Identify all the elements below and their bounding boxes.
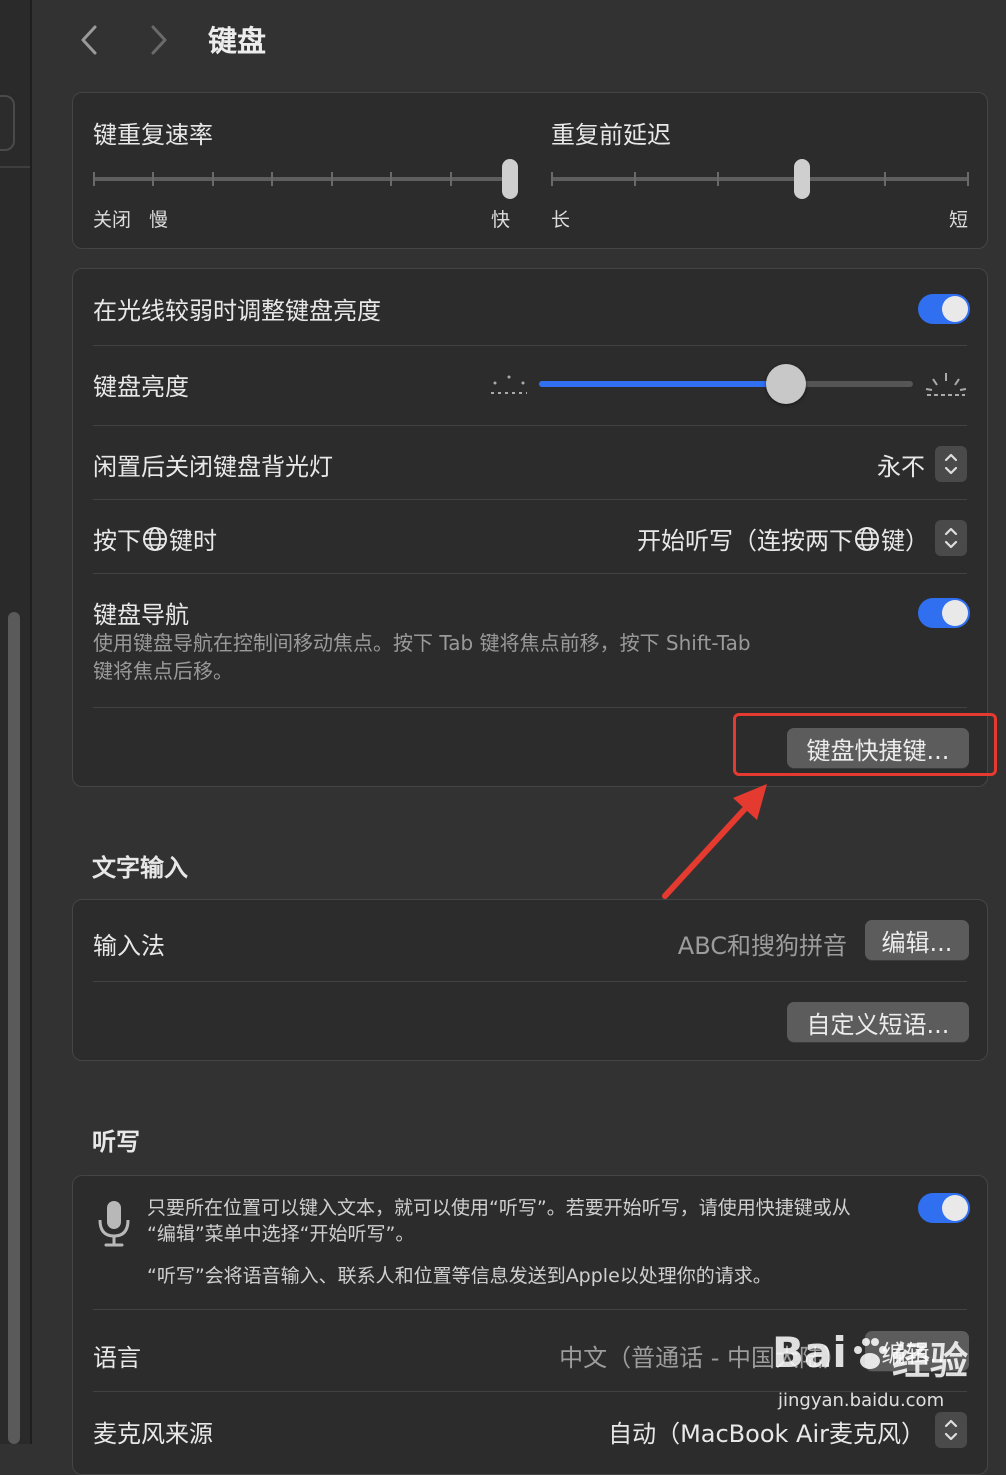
slider-tick (390, 172, 393, 186)
up-down-chevron-icon (944, 527, 958, 549)
keyboard-navigation-toggle[interactable] (918, 598, 970, 628)
slider-tick (967, 172, 969, 186)
input-source-value: ABC和搜狗拼音 (677, 932, 847, 960)
dictation-section-title: 听写 (92, 1128, 140, 1156)
page-title: 键盘 (208, 24, 267, 58)
slider-tick (152, 172, 155, 186)
input-source-edit-button[interactable]: 编辑... (865, 920, 969, 960)
idle-backlight-stepper[interactable] (935, 446, 967, 482)
toolbar: 键盘 (32, 0, 1006, 80)
keyboard-navigation-desc-1: 使用键盘导航在控制间移动焦点。按下 Tab 键将焦点前移，按下 Shift-Ta… (93, 631, 751, 655)
globe-key-value[interactable]: 开始听写（连按两下 键） (637, 521, 929, 556)
slider-tick (449, 172, 452, 186)
globe-value-post: 键） (881, 527, 929, 555)
up-down-chevron-icon (944, 453, 958, 475)
slider-thumb[interactable] (793, 159, 810, 199)
sidebar-search-field[interactable] (0, 95, 15, 151)
rate-slow-label: 慢 (149, 209, 169, 231)
dictation-privacy-text: “听写”会将语音输入、联系人和位置等信息发送到Apple以处理你的请求。 (147, 1265, 772, 1287)
key-repeat-rate-label: 键重复速率 (93, 121, 213, 149)
keyboard-settings-card: 在光线较弱时调整键盘亮度 键盘亮度 闲置后关闭键盘背光灯 永不 按下 键时 开始… (72, 268, 988, 787)
rate-off-label: 关闭 (93, 209, 132, 231)
divider (93, 981, 967, 982)
repeat-delay-slider[interactable] (551, 157, 969, 201)
rate-fast-label: 快 (491, 209, 511, 231)
adjust-brightness-label: 在光线较弱时调整键盘亮度 (93, 297, 381, 325)
watermark-brand-2: 经验 (892, 1339, 969, 1383)
watermark-url: jingyan.baidu.com (778, 1390, 945, 1411)
divider (93, 573, 967, 574)
brightness-slider-thumb[interactable] (765, 364, 806, 404)
watermark-brand: Bai (772, 1328, 847, 1377)
globe-value-pre: 开始听写（连按两下 (637, 527, 853, 555)
sidebar-scrollbar[interactable] (8, 612, 20, 1444)
globe-label-post: 键时 (169, 527, 217, 555)
back-button[interactable] (74, 22, 104, 58)
globe-label-pre: 按下 (93, 527, 141, 555)
idle-backlight-value[interactable]: 永不 (877, 447, 925, 482)
slider-tick (883, 172, 886, 186)
brightness-slider-fill (539, 381, 786, 387)
divider (93, 345, 967, 346)
slider-tick (211, 172, 214, 186)
text-input-card: 输入法 ABC和搜狗拼音 编辑... 自定义短语... (72, 899, 988, 1061)
slider-thumb[interactable] (502, 159, 518, 199)
divider (93, 1309, 967, 1310)
slider-tick (634, 172, 637, 186)
brightness-slider[interactable] (539, 364, 913, 404)
globe-icon (855, 526, 879, 551)
idle-backlight-label: 闲置后关闭键盘背光灯 (93, 453, 333, 481)
sidebar-divider (0, 166, 30, 168)
chevron-right-icon (151, 25, 167, 55)
baidu-watermark: Bai 经验 jingyan.baidu.com (772, 1328, 992, 1438)
paw-icon (854, 1338, 887, 1369)
text-input-section-title: 文字输入 (92, 854, 188, 882)
input-source-label: 输入法 (93, 932, 165, 960)
keyboard-navigation-desc-2: 键将焦点后移。 (93, 659, 233, 683)
delay-long-label: 长 (551, 209, 571, 231)
brightness-low-icon (491, 375, 527, 394)
chevron-left-icon (81, 25, 97, 55)
forward-button[interactable] (144, 22, 174, 58)
slider-tick (271, 172, 274, 186)
custom-phrases-button[interactable]: 自定义短语... (787, 1002, 969, 1042)
dictation-toggle[interactable] (918, 1193, 970, 1223)
sidebar (0, 0, 32, 1444)
repeat-delay-label: 重复前延迟 (551, 121, 671, 149)
annotation-arrow-icon (662, 784, 767, 899)
divider (93, 499, 967, 500)
key-repeat-rate-slider[interactable] (93, 157, 518, 201)
adjust-brightness-toggle[interactable] (918, 294, 970, 324)
microphone-icon (98, 1201, 130, 1247)
globe-key-label: 按下 键时 (93, 521, 217, 556)
divider (93, 707, 967, 708)
dictation-language-label: 语言 (93, 1344, 141, 1372)
globe-key-stepper[interactable] (935, 520, 967, 556)
keyboard-navigation-label: 键盘导航 (93, 601, 189, 629)
dictation-desc-2: “编辑”菜单中选择“开始听写”。 (147, 1223, 415, 1245)
annotation-highlight-box (733, 713, 997, 776)
slider-tick (330, 172, 333, 186)
dictation-desc-1: 只要所在位置可以键入文本，就可以使用“听写”。若要开始听写，请使用快捷键或从 (147, 1197, 851, 1219)
globe-icon (143, 526, 167, 551)
slider-tick (551, 172, 553, 186)
divider (93, 425, 967, 426)
slider-tick (93, 172, 95, 186)
brightness-high-icon (925, 373, 967, 396)
delay-short-label: 短 (949, 209, 969, 231)
slider-tick (717, 172, 720, 186)
key-repeat-card: 键重复速率 关闭 慢 快 重复前延迟 长 短 (72, 92, 988, 249)
brightness-label: 键盘亮度 (93, 373, 189, 401)
